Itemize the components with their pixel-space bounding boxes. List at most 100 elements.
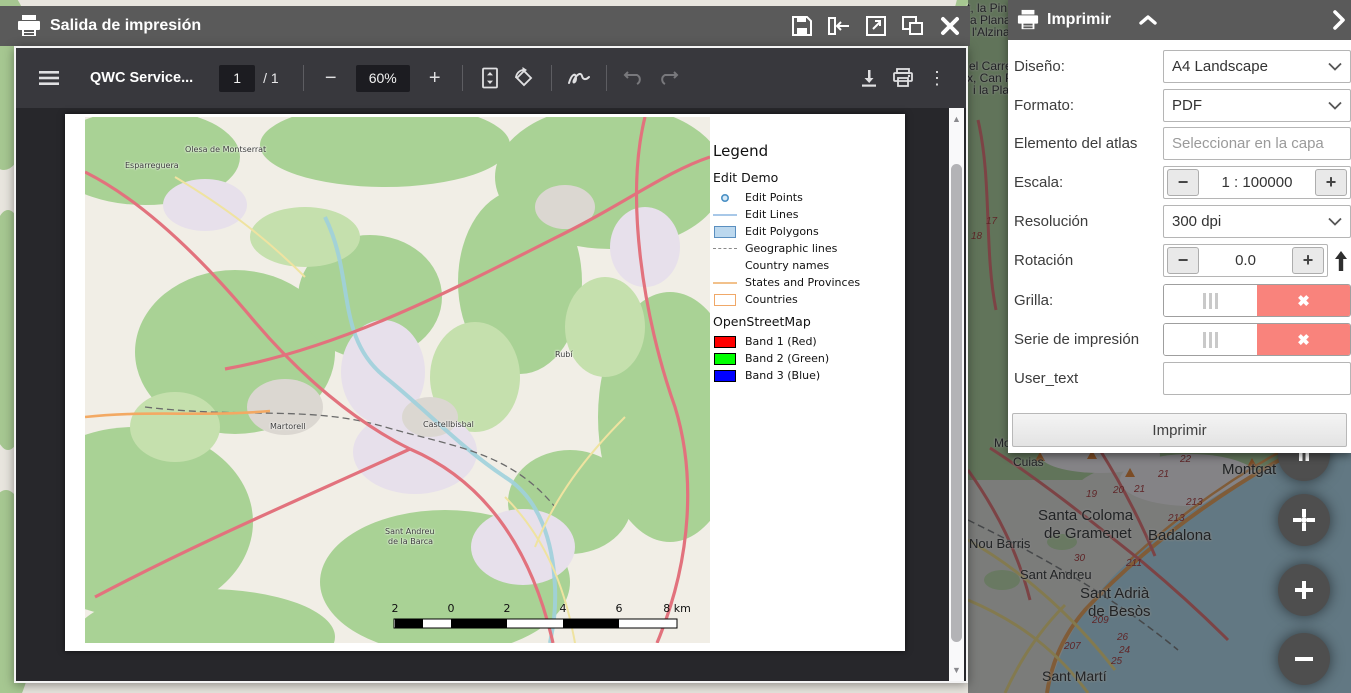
layout-select[interactable]: A4 Landscape: [1163, 50, 1351, 83]
toolbar-separator: [606, 65, 607, 91]
map-place-label: Sant Andreu: [385, 527, 434, 536]
chevron-down-icon: [1328, 217, 1342, 226]
map-legend: Legend Edit Demo Edit Points Edit Lines …: [713, 142, 901, 384]
locate-button[interactable]: [1278, 494, 1330, 546]
open-in-new-icon[interactable]: [864, 14, 888, 38]
legend-item: Band 1 (Red): [713, 333, 901, 350]
scalebar-graphic: [394, 619, 677, 628]
redo-icon[interactable]: [651, 61, 685, 95]
legend-item: Edit Lines: [713, 206, 901, 223]
print-panel-title: Imprimir: [1047, 11, 1111, 29]
atlas-placeholder: Seleccionar en la capa: [1172, 135, 1324, 152]
scrollbar-thumb[interactable]: [951, 164, 962, 642]
draw-ink-icon[interactable]: [562, 61, 596, 95]
user-text-label: User_text: [1014, 362, 1078, 395]
legend-item: Edit Polygons: [713, 223, 901, 240]
map-place-label: Esparreguera: [125, 161, 179, 170]
legend-item: Edit Points: [713, 189, 901, 206]
sidebar-toggle-icon[interactable]: [32, 61, 66, 95]
legend-title: Legend: [713, 142, 901, 160]
rotation-value[interactable]: 0.0: [1199, 252, 1292, 269]
scalebar-tick-label: 2: [392, 602, 399, 615]
zoom-in-icon[interactable]: +: [418, 61, 452, 95]
print-preview-map: Olesa de Montserrat Esparreguera Martorell…: [85, 117, 710, 643]
more-options-icon[interactable]: ⋮: [920, 61, 954, 95]
scalebar-tick-label: 2: [504, 602, 511, 615]
grid-toggle[interactable]: ✖: [1163, 284, 1351, 317]
legend-item: Countries: [713, 291, 901, 308]
north-arrow-icon: [1334, 250, 1348, 272]
rotate-icon[interactable]: [507, 61, 541, 95]
red-swatch: [713, 336, 737, 348]
printer-icon: [1016, 9, 1040, 31]
crosshair-icon: [1291, 507, 1317, 533]
vertical-scrollbar[interactable]: ▲ ▼: [949, 108, 964, 681]
duplicate-icon[interactable]: [901, 14, 925, 38]
format-select[interactable]: PDF: [1163, 89, 1351, 122]
rotation-increase-button[interactable]: +: [1292, 247, 1324, 274]
toolbar-separator: [462, 65, 463, 91]
scroll-up-icon[interactable]: ▲: [949, 112, 964, 126]
zoom-out-icon[interactable]: −: [314, 61, 348, 95]
map-place-label: Martorell: [270, 422, 306, 431]
user-text-input[interactable]: [1163, 362, 1351, 395]
scalebar-tick-label: 6: [616, 602, 623, 615]
grid-label: Grilla:: [1014, 284, 1053, 317]
undo-icon[interactable]: [617, 61, 651, 95]
print-output-window: QWC Service... 1 / 1 − 60% +: [14, 46, 968, 683]
atlas-input[interactable]: Seleccionar en la capa: [1163, 127, 1351, 160]
scale-increase-button[interactable]: +: [1315, 169, 1347, 196]
rotation-decrease-button[interactable]: −: [1167, 247, 1199, 274]
collapse-chevron-up-icon[interactable]: [1139, 14, 1157, 26]
map-place-label: Castellbisbal: [423, 420, 474, 429]
layout-label: Diseño:: [1014, 50, 1065, 83]
resolution-select[interactable]: 300 dpi: [1163, 205, 1351, 238]
close-panel-chevron-right-icon[interactable]: [1332, 10, 1345, 30]
print-submit-button[interactable]: Imprimir: [1012, 413, 1347, 447]
plus-icon: [1293, 579, 1315, 601]
map-place-label: Olesa de Montserrat: [185, 145, 266, 154]
map-place-label: de la Barca: [388, 537, 433, 546]
pdf-toolbar: QWC Service... 1 / 1 − 60% +: [16, 48, 966, 108]
dock-left-icon[interactable]: [827, 14, 851, 38]
pdf-viewer[interactable]: Olesa de Montserrat Esparreguera Martorell…: [16, 108, 966, 681]
zoom-level-value[interactable]: 60%: [356, 65, 410, 92]
chevron-down-icon: [1328, 62, 1342, 71]
legend-group: OpenStreetMap: [713, 314, 901, 329]
scroll-mode-icon[interactable]: [473, 61, 507, 95]
print-series-toggle[interactable]: ✖: [1163, 323, 1351, 356]
pdf-page: Olesa de Montserrat Esparreguera Martorell…: [65, 114, 905, 651]
scale-value[interactable]: 1 : 100000: [1199, 174, 1315, 191]
scale-label: Escala:: [1014, 166, 1063, 199]
legend-item: Band 3 (Blue): [713, 367, 901, 384]
save-icon[interactable]: [790, 14, 814, 38]
point-symbol: [713, 193, 737, 203]
toolbar-separator: [303, 65, 304, 91]
legend-group: Edit Demo: [713, 170, 901, 185]
legend-item: Band 2 (Green): [713, 350, 901, 367]
page-number-input[interactable]: 1: [219, 65, 255, 92]
download-icon[interactable]: [852, 61, 886, 95]
line-symbol: [713, 214, 737, 216]
close-icon[interactable]: [938, 14, 962, 38]
screen: t, la Pina Planal'Alzinael Carrex, Can P…: [0, 0, 1351, 693]
print-panel: Imprimir Diseño: A4 Landscape Formato: P…: [1008, 0, 1351, 453]
toggle-off-x-icon: ✖: [1257, 324, 1350, 355]
zoom-in-button[interactable]: [1278, 564, 1330, 616]
toggle-grip: [1164, 285, 1257, 316]
scale-decrease-button[interactable]: −: [1167, 169, 1199, 196]
orange-line-symbol: [713, 282, 737, 284]
scroll-down-icon[interactable]: ▼: [949, 663, 964, 677]
zoom-out-button[interactable]: [1278, 633, 1330, 685]
scalebar-tick-label: 8 km: [663, 602, 691, 615]
print-output-title: Salida de impresión: [50, 17, 201, 35]
legend-item: Geographic lines: [713, 240, 901, 257]
polygon-symbol: [713, 226, 737, 238]
scalebar-tick-label: 0: [448, 602, 455, 615]
toolbar-separator: [551, 65, 552, 91]
print-series-label: Serie de impresión: [1014, 323, 1139, 356]
minus-icon: [1293, 648, 1315, 670]
dashed-line-symbol: [713, 248, 737, 249]
outline-polygon-symbol: [713, 294, 737, 306]
print-icon[interactable]: [886, 61, 920, 95]
